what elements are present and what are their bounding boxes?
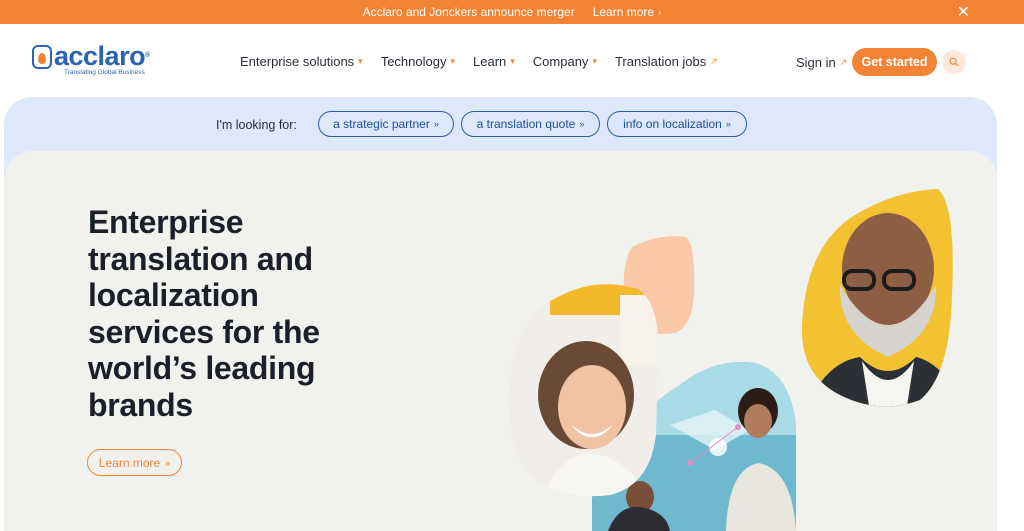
announcement-link-label: Learn more (592, 5, 655, 19)
nav-company[interactable]: Company ▾ (533, 54, 597, 69)
chevron-down-icon: ▾ (450, 56, 456, 66)
sign-in-link[interactable]: Sign in ↗ (796, 55, 847, 70)
nav-technology[interactable]: Technology ▾ (381, 54, 455, 69)
logo-wordmark: acclaro® (54, 41, 150, 71)
external-arrow-icon: ↗ (839, 57, 848, 67)
chevron-right-icon: » (433, 119, 439, 129)
chevron-down-icon: ▾ (358, 56, 363, 66)
chevron-down-icon: ▾ (510, 56, 515, 66)
announcement-learn-more-link[interactable]: Learn more › (593, 5, 662, 19)
woman-photo (509, 284, 659, 497)
search-icon (949, 57, 959, 67)
site-header: acclaro® Translating Global Business Ent… (0, 24, 1024, 98)
chevron-right-icon: » (579, 119, 585, 129)
pill-info-localization[interactable]: info on localization» (607, 111, 747, 137)
nav-translation-jobs[interactable]: Translation jobs ↗ (615, 54, 718, 69)
nav-learn[interactable]: Learn ▾ (473, 54, 515, 69)
search-button[interactable] (942, 50, 966, 74)
hero-headline: Enterprise translation and localization … (88, 204, 320, 423)
hero-learn-more-button[interactable]: Learn more» (87, 449, 182, 476)
looking-for-label: I'm looking for: (216, 118, 297, 132)
get-started-button[interactable]: Get started (852, 48, 937, 76)
man-photo (801, 189, 953, 407)
chevron-right-icon: › (658, 6, 662, 18)
main-nav: Enterprise solutions ▾ Technology ▾ Learn ▾… (240, 54, 736, 69)
pill-translation-quote[interactable]: a translation quote» (461, 111, 600, 137)
chevron-right-icon: » (725, 119, 731, 129)
nav-enterprise-solutions[interactable]: Enterprise solutions ▾ (240, 54, 363, 69)
pill-strategic-partner[interactable]: a strategic partner» (318, 111, 454, 137)
close-icon[interactable]: ✕ (957, 2, 970, 22)
chevron-right-icon: » (165, 457, 171, 468)
logo-tagline: Translating Global Business (64, 69, 145, 76)
hero-image-collage (509, 189, 953, 531)
announcement-bar: Acclaro and Jonckers announce merger Lea… (0, 0, 1024, 24)
announcement-text: Acclaro and Jonckers announce merger (362, 5, 575, 19)
chevron-down-icon: ▾ (592, 56, 597, 66)
logo-mark-icon (32, 45, 52, 69)
external-arrow-icon: ↗ (710, 56, 718, 66)
acclaro-logo[interactable]: acclaro® Translating Global Business (32, 43, 150, 77)
